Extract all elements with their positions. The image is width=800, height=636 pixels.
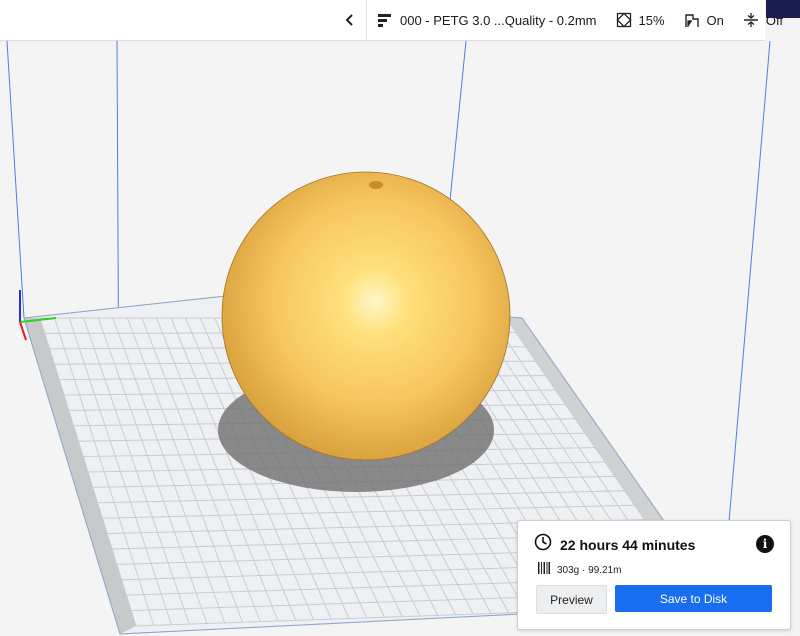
- print-profile-icon: [376, 11, 394, 29]
- sphere-model[interactable]: [221, 171, 511, 461]
- save-to-disk-button[interactable]: Save to Disk: [615, 585, 772, 612]
- support-label: On: [706, 12, 724, 28]
- print-settings-bar: 000 - PETG 3.0 ...Quality - 0.2mm 15% On: [0, 0, 783, 41]
- window-corner: [766, 0, 800, 18]
- material-usage: 303g · 99.21m: [557, 565, 622, 576]
- support-icon: [683, 11, 701, 29]
- adhesion-icon: [742, 11, 760, 29]
- print-settings-button[interactable]: 000 - PETG 3.0 ...Quality - 0.2mm 15% On: [376, 0, 800, 40]
- print-time: 22 hours 44 minutes: [560, 536, 696, 553]
- chevron-left-icon[interactable]: [338, 8, 362, 32]
- spool-icon: [537, 561, 551, 580]
- infill-label: 15%: [638, 12, 665, 28]
- preview-button[interactable]: Preview: [536, 585, 607, 614]
- divider: [366, 0, 367, 40]
- clock-icon: [534, 533, 552, 556]
- infill-icon: [615, 11, 633, 29]
- print-summary-panel: 22 hours 44 minutes i 303g · 99.21m Prev…: [517, 520, 791, 630]
- print-profile-label: 000 - PETG 3.0 ...Quality - 0.2mm: [400, 12, 597, 28]
- info-icon[interactable]: i: [756, 535, 774, 553]
